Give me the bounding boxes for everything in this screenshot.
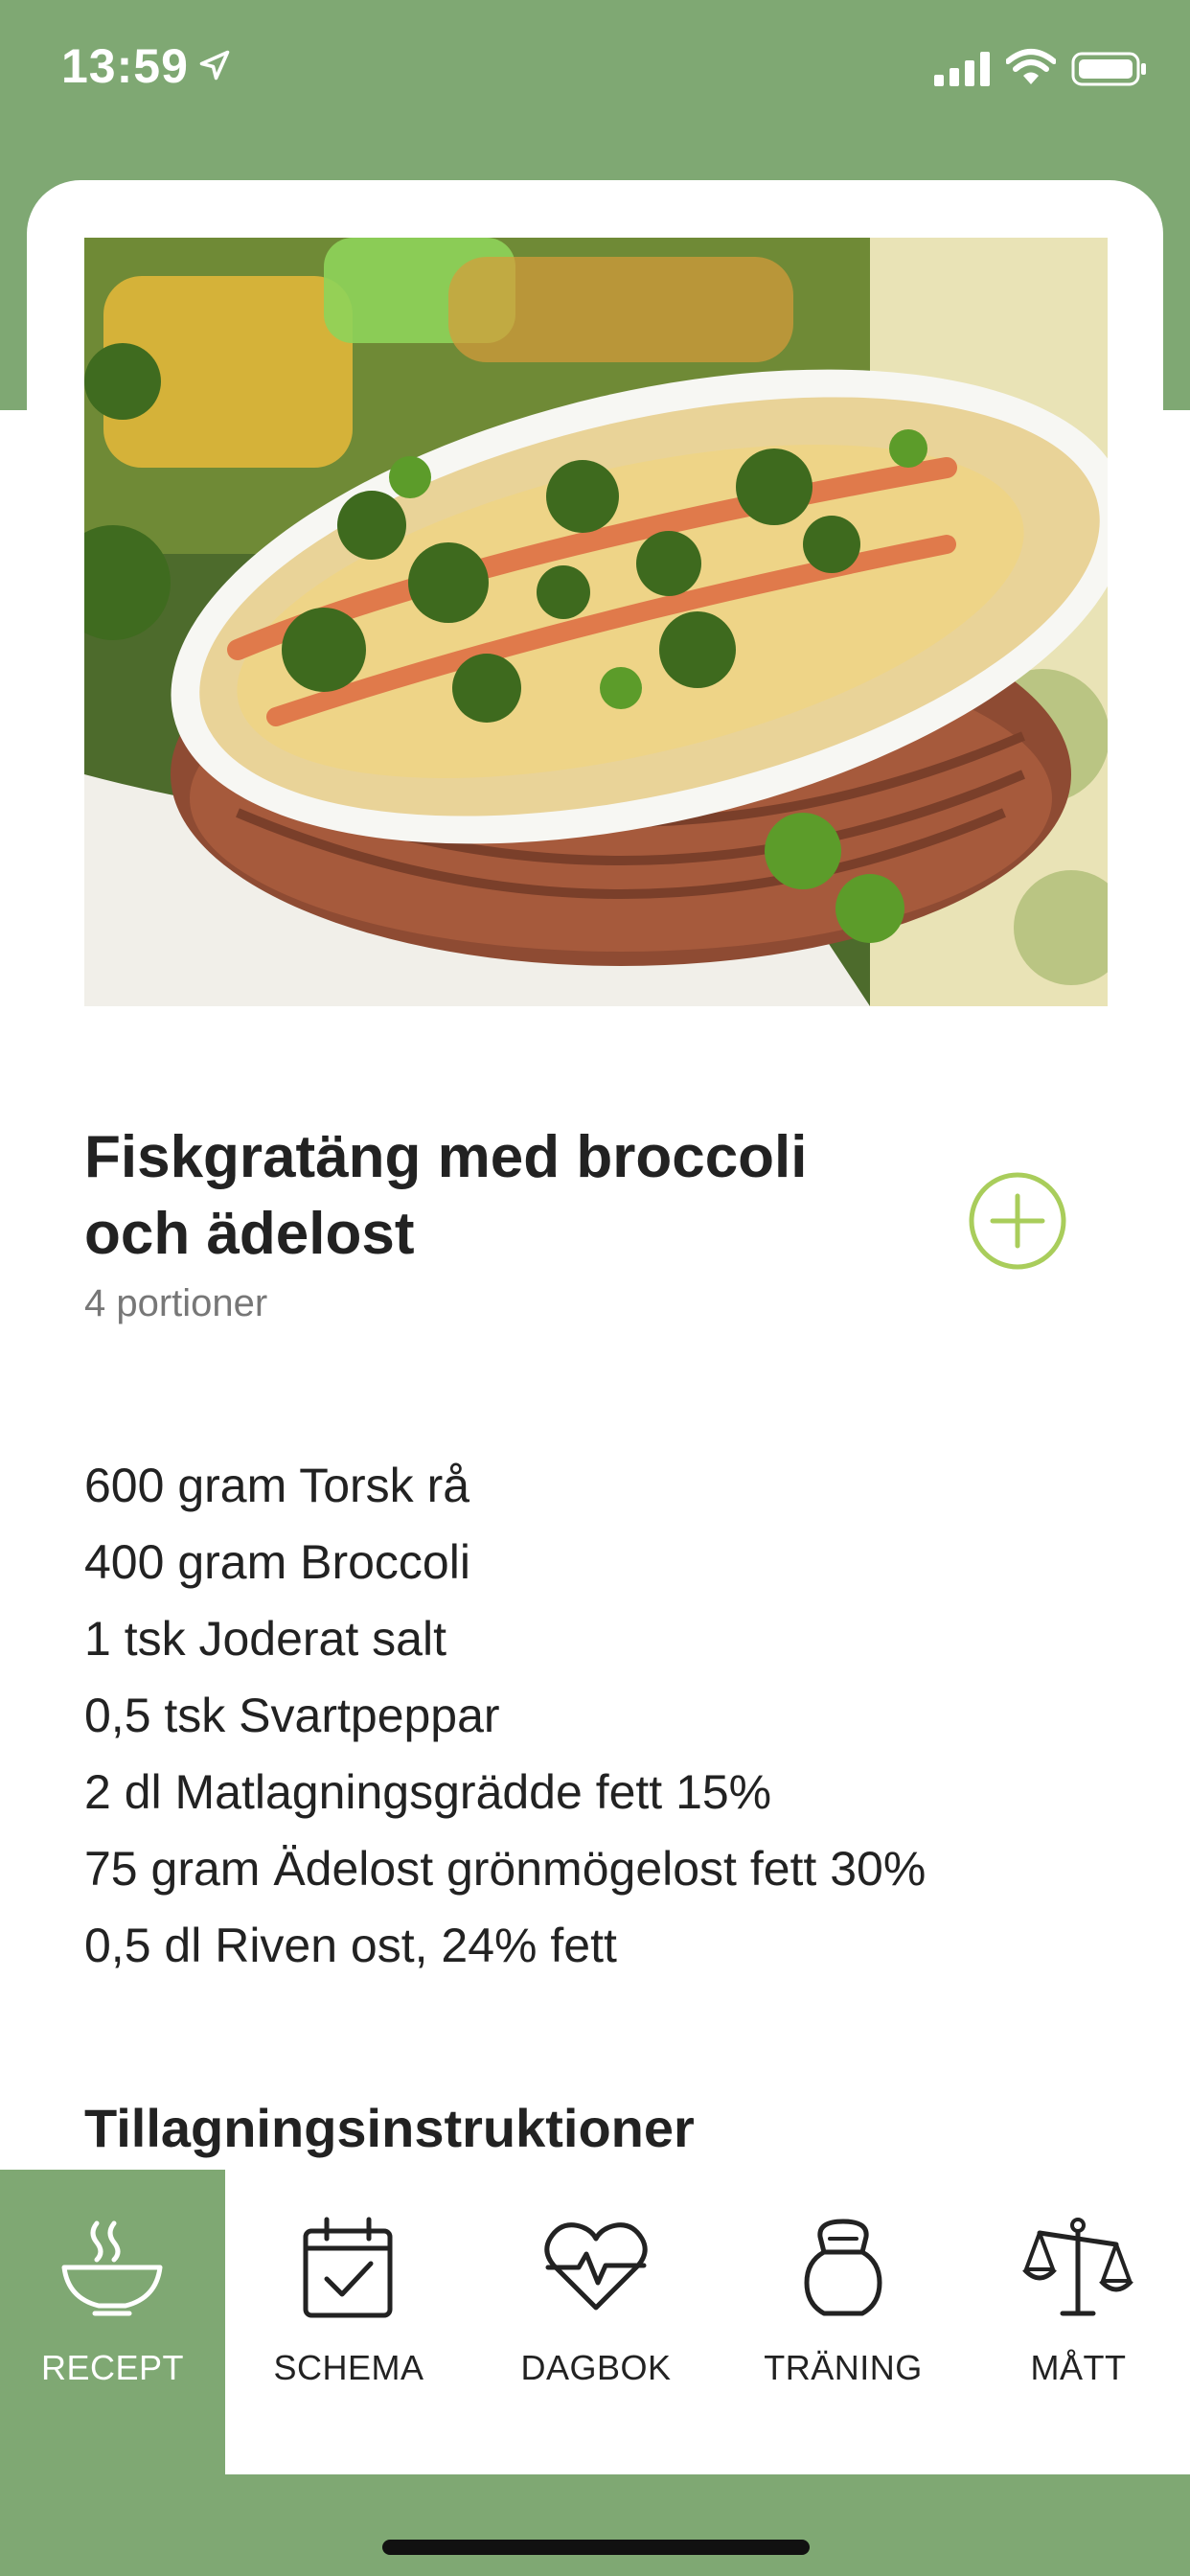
tab-matt[interactable]: MÅTT [967, 2170, 1190, 2474]
location-arrow-icon [199, 50, 230, 80]
recipe-title: Fiskgratäng med broccoli och ädelost [84, 1124, 808, 1267]
recipe-portions: 4 portioner [84, 1282, 268, 1324]
tab-matt-label: MÅTT [1030, 2348, 1127, 2387]
ingredient-item: 0,5 tsk Svartpeppar [84, 1689, 500, 1742]
tab-dagbok[interactable]: DAGBOK [472, 2170, 720, 2474]
status-time: 13:59 [61, 39, 189, 93]
cellular-signal-icon [934, 52, 990, 86]
ingredient-list: 600 gram Torsk rå 400 gram Broccoli 1 ts… [84, 1447, 926, 1984]
plus-circle-icon [969, 1172, 1066, 1270]
footer-background [0, 2474, 1190, 2576]
tab-schema[interactable]: SCHEMA [225, 2170, 472, 2474]
kettlebell-icon [804, 2219, 882, 2316]
tab-traning[interactable]: TRÄNING [720, 2170, 967, 2474]
ingredient-item: 2 dl Matlagningsgrädde fett 15% [84, 1765, 772, 1819]
heart-pulse-icon [544, 2222, 648, 2311]
ingredient-item: 0,5 dl Riven ost, 24% fett [84, 1919, 617, 1972]
battery-icon [1071, 52, 1146, 86]
bowl-icon [61, 2220, 163, 2316]
wifi-icon [1006, 49, 1056, 84]
ingredient-item: 75 gram Ädelost grönmögelost fett 30% [84, 1842, 927, 1896]
ingredient-item: 600 gram Torsk rå [84, 1459, 470, 1512]
home-indicator[interactable] [382, 2540, 810, 2555]
status-bar: 13:59 [0, 0, 1190, 144]
scale-icon [1022, 2218, 1133, 2316]
recipe-photo [84, 238, 1108, 1006]
tab-dagbok-label: DAGBOK [520, 2348, 672, 2387]
ingredient-item: 400 gram Broccoli [84, 1535, 470, 1589]
tab-recept[interactable]: RECEPT [0, 2170, 225, 2474]
tab-recept-label: RECEPT [40, 2348, 185, 2387]
instructions-heading: Tillagningsinstruktioner [84, 2098, 695, 2158]
bottom-tab-bar: RECEPT SCHEMA DAGBOK TRÄNING MÅTT [0, 2170, 1190, 2474]
calendar-check-icon [303, 2217, 393, 2318]
tab-schema-label: SCHEMA [273, 2348, 424, 2387]
ingredient-item: 1 tsk Joderat salt [84, 1612, 446, 1666]
tab-traning-label: TRÄNING [764, 2348, 923, 2387]
add-recipe-button[interactable] [968, 1171, 1067, 1271]
